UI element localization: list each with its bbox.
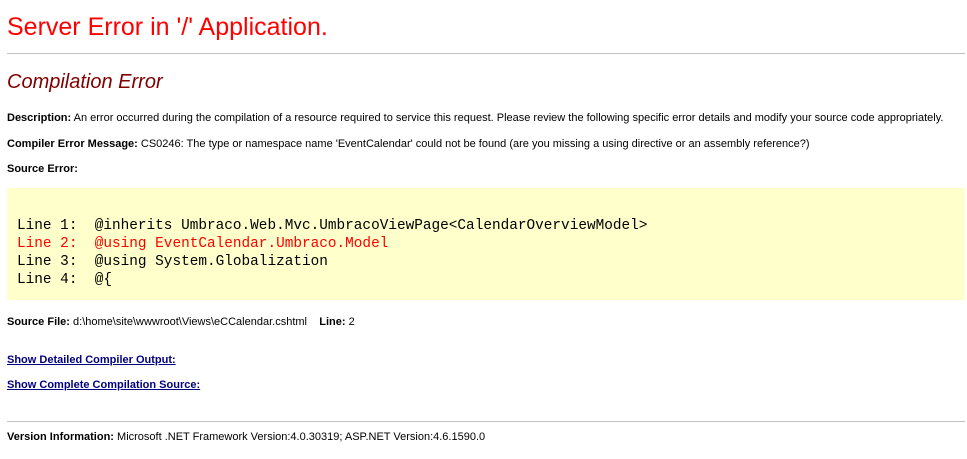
title-divider xyxy=(7,53,965,54)
code-line-1: Line 1: @inherits Umbraco.Web.Mvc.Umbrac… xyxy=(17,218,648,234)
version-info-label: Version Information: xyxy=(7,431,114,443)
code-line-2-error: Line 2: @using EventCalendar.Umbraco.Mod… xyxy=(17,236,389,252)
page-title: Server Error in '/' Application. xyxy=(7,13,328,41)
description-label: Description: xyxy=(7,112,72,124)
source-error-row: Source Error: xyxy=(7,162,78,176)
source-error-label: Source Error: xyxy=(7,163,78,175)
footer-divider xyxy=(7,421,965,422)
version-info-row: Version Information: Microsoft .NET Fram… xyxy=(7,430,485,444)
source-code-box: Line 1: @inherits Umbraco.Web.Mvc.Umbrac… xyxy=(7,188,965,300)
error-type-heading: Compilation Error xyxy=(7,71,163,93)
source-code: Line 1: @inherits Umbraco.Web.Mvc.Umbrac… xyxy=(17,217,647,289)
compiler-error-text: CS0246: The type or namespace name 'Even… xyxy=(140,138,810,150)
line-number-value: 2 xyxy=(348,316,355,328)
code-line-3: Line 3: @using System.Globalization xyxy=(17,254,328,270)
source-file-row: Source File: d:\home\site\wwwroot\Views\… xyxy=(7,315,355,329)
show-complete-compilation-source-link[interactable]: Show Complete Compilation Source: xyxy=(7,378,200,392)
compiler-error-label: Compiler Error Message: xyxy=(7,138,138,150)
show-detailed-compiler-output-link[interactable]: Show Detailed Compiler Output: xyxy=(7,353,176,367)
code-line-4: Line 4: @{ xyxy=(17,272,112,288)
version-info-text: Microsoft .NET Framework Version:4.0.303… xyxy=(117,431,486,443)
source-file-path: d:\home\site\wwwroot\Views\eCCalendar.cs… xyxy=(73,316,307,328)
description-text: An error occurred during the compilation… xyxy=(73,112,944,124)
line-number-label: Line: xyxy=(319,316,346,328)
description-row: Description: An error occurred during th… xyxy=(7,111,943,125)
compiler-error-row: Compiler Error Message: CS0246: The type… xyxy=(7,137,810,151)
source-file-label: Source File: xyxy=(7,316,70,328)
